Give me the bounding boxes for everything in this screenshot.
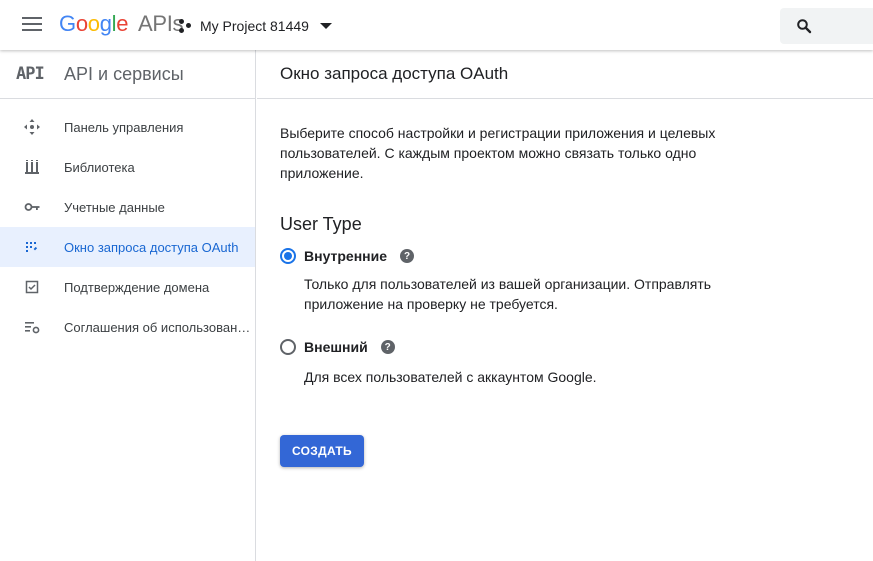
sidebar-item-label: Подтверждение домена [64,279,210,295]
sidebar-title[interactable]: API и сервисы [64,64,184,85]
chevron-down-icon [319,23,332,29]
user-type-option-internal[interactable]: Внутренние ? [280,248,873,264]
hamburger-menu-icon[interactable] [22,17,42,33]
external-label: Внешний [304,339,368,355]
sidebar-item-library[interactable]: Библиотека [0,147,255,187]
help-icon[interactable]: ? [380,340,395,354]
page-header: Окно запроса доступа OAuth [257,50,873,99]
dashboard-icon [23,118,41,136]
main-content: Окно запроса доступа OAuth Выберите спос… [257,50,873,561]
sidebar-nav: Панель управления Библиотека Учетные дан… [0,99,255,347]
user-type-option-external[interactable]: Внешний ? [280,339,873,355]
key-icon [23,198,41,216]
sidebar: API API и сервисы Панель управления Библ… [0,50,256,561]
external-radio[interactable] [280,339,296,355]
project-icon [179,19,193,33]
internal-description: Только для пользователей из вашей органи… [304,276,712,312]
google-wordmark: Google [59,11,129,36]
sidebar-item-page-usage-agreements[interactable]: Соглашения об использовании страниц [0,307,255,347]
search-input[interactable] [780,8,873,44]
sidebar-item-label: Панель управления [64,119,184,135]
project-name: My Project 81449 [200,18,309,34]
google-apis-logo[interactable]: Google APIs [59,11,184,37]
sidebar-item-credentials[interactable]: Учетные данные [0,187,255,227]
api-logo-icon: API [16,64,45,84]
external-description: Для всех пользователей с аккаунтом Googl… [304,369,597,385]
oauth-consent-icon [23,238,41,256]
sidebar-item-oauth-consent[interactable]: Окно запроса доступа OAuth [0,227,255,267]
sidebar-item-label: Соглашения об использовании страниц [64,319,254,335]
internal-radio[interactable] [280,248,296,264]
domain-verification-icon [23,278,41,296]
consent-form: Выберите способ настройки и регистрации … [257,99,873,467]
sidebar-item-label: Учетные данные [64,199,165,215]
sidebar-item-label: Окно запроса доступа OAuth [64,239,239,255]
help-icon[interactable]: ? [400,249,415,263]
internal-label: Внутренние [304,248,388,264]
search-icon [797,19,812,34]
sidebar-header: API API и сервисы [0,50,255,99]
project-selector[interactable]: My Project 81449 [179,14,332,38]
page-usage-agreements-icon [23,318,41,336]
library-icon [23,158,41,176]
sidebar-item-dashboard[interactable]: Панель управления [0,107,255,147]
top-bar: Google APIs My Project 81449 [0,0,873,50]
page-description: Выберите способ настройки и регистрации … [280,125,716,181]
sidebar-item-label: Библиотека [64,159,135,175]
apis-label: APIs [137,11,184,36]
page-title: Окно запроса доступа OAuth [280,64,509,83]
sidebar-item-domain-verification[interactable]: Подтверждение домена [0,267,255,307]
create-button[interactable]: СОЗДАТЬ [280,435,364,467]
user-type-heading: User Type [280,214,362,234]
